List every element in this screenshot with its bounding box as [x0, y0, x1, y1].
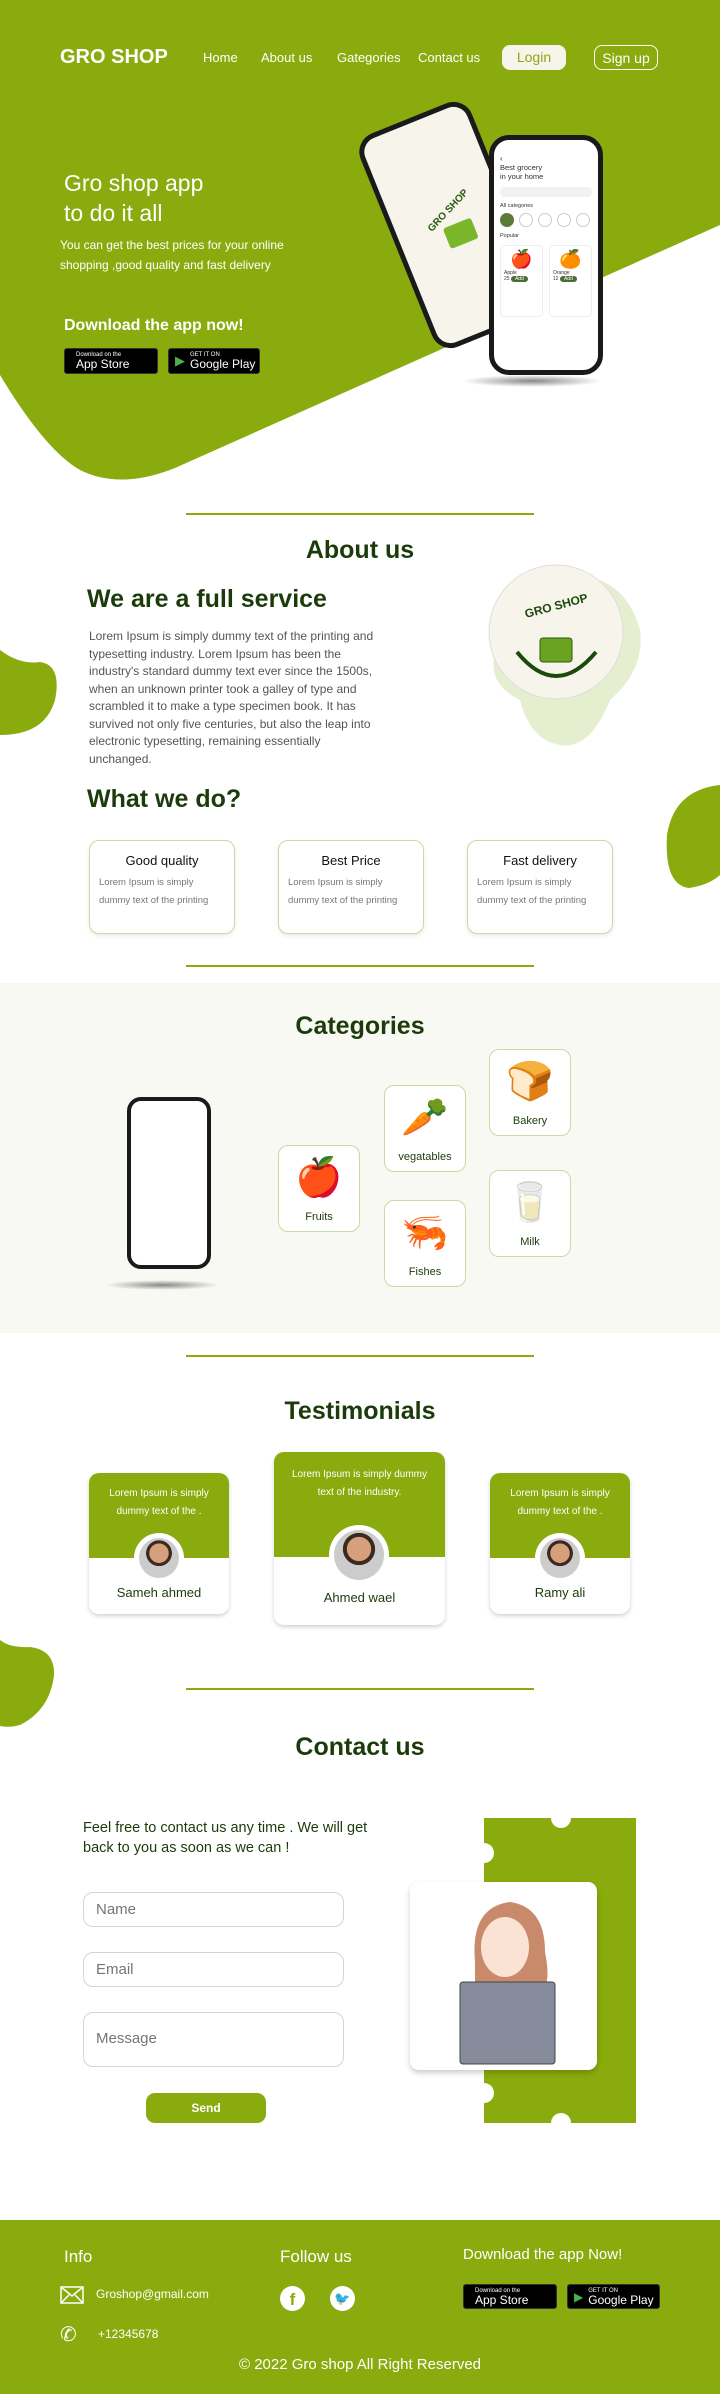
hero-text-line2: shopping ,good quality and fast delivery — [60, 258, 271, 272]
what-we-do-title: What we do? — [87, 785, 242, 813]
category-fruits[interactable]: 🍎 Fruits — [278, 1145, 360, 1232]
nav-contact[interactable]: Contact us — [418, 50, 480, 65]
badge-large-text: Google Play — [190, 357, 256, 371]
footer-email[interactable]: Groshop@gmail.com — [96, 2287, 209, 2301]
hero-text-line1: You can get the best prices for your onl… — [60, 238, 284, 252]
contact-title: Contact us — [295, 1733, 425, 1761]
app-popular-label: Popular — [500, 233, 519, 239]
milk-bottle-icon: 🥛 — [506, 1182, 554, 1224]
nav-home[interactable]: Home — [203, 50, 238, 65]
section-divider — [186, 1688, 534, 1690]
category-milk[interactable]: 🥛 Milk — [489, 1170, 571, 1257]
phone-app-mockup: ‹ Best grocery in your home All categori… — [489, 135, 603, 375]
category-vegetables[interactable]: 🥕 vegatables — [384, 1085, 466, 1172]
testimonial-name: Sameh ahmed — [116, 1585, 202, 1600]
testimonial-card: Lorem Ipsum is simply dummy text of the … — [490, 1473, 630, 1614]
category-bakery[interactable]: 🍞 Bakery — [489, 1049, 571, 1136]
decorative-blob-right — [666, 785, 720, 888]
about-logo-blob: GRO SHOP — [488, 564, 641, 746]
bread-icon: 🍞 — [506, 1061, 554, 1103]
vegetables-icon: 🥕 — [401, 1097, 449, 1139]
signup-button[interactable]: Sign up — [594, 45, 658, 70]
app-store-badge[interactable]: Download on the App Store — [463, 2284, 557, 2309]
card-text: Lorem Ipsum is simply dummy text of the … — [99, 877, 209, 906]
basket-icon — [442, 217, 479, 250]
app-search-bar — [500, 187, 592, 197]
login-button[interactable]: Login — [502, 45, 566, 70]
google-play-badge[interactable]: ▶ GET IT ON Google Play — [567, 2284, 660, 2309]
nav-categories[interactable]: Gategories — [337, 50, 401, 65]
hero-title-line2: to do it all — [64, 200, 163, 226]
message-input[interactable] — [83, 2012, 344, 2067]
section-divider — [186, 1355, 534, 1357]
email-input[interactable] — [83, 1952, 344, 1987]
facebook-icon[interactable]: f — [280, 2286, 305, 2311]
section-divider — [186, 513, 534, 515]
testimonial-name: Ahmed wael — [323, 1590, 396, 1605]
phone-mockup — [127, 1097, 211, 1269]
hero-download-heading: Download the app now! — [64, 317, 244, 334]
card-title: Fast delivery — [503, 853, 577, 868]
footer-phone[interactable]: +12345678 — [98, 2327, 158, 2341]
card-title: Good quality — [125, 853, 199, 868]
service-card-delivery: Fast delivery Lorem Ipsum is simply dummy… — [467, 840, 613, 934]
app-item: 🍊 Orange 12 Add — [549, 245, 592, 317]
testimonial-card: Lorem Ipsum is simply dummy text of the … — [89, 1473, 229, 1614]
mail-icon — [60, 2286, 84, 2304]
testimonials-title: Testimonials — [284, 1397, 436, 1425]
support-illustration-card — [410, 1882, 597, 2070]
testimonial-name: Ramy ali — [534, 1585, 586, 1600]
nav-about[interactable]: About us — [261, 50, 312, 65]
about-paragraph: Lorem Ipsum is simply dummy text of the … — [89, 629, 374, 766]
card-text: Lorem Ipsum is simply dummy text of the … — [477, 877, 587, 906]
app-store-badge[interactable]: Download on the App Store — [64, 348, 158, 374]
logo[interactable]: GRO SHOP — [60, 46, 168, 69]
card-title: Best Price — [321, 853, 381, 868]
phone-icon: ✆ — [60, 2324, 77, 2346]
support-agent-illustration — [459, 1902, 556, 2065]
decorative-blob-left — [0, 650, 57, 735]
decorative-blob-left — [0, 1640, 55, 1727]
badge-large-text: App Store — [475, 2292, 529, 2307]
avatar — [134, 1533, 184, 1583]
play-icon: ▶ — [574, 2289, 584, 2304]
play-icon: ▶ — [175, 353, 185, 368]
phone-shadow — [462, 375, 602, 387]
hero-title-line1: Gro shop app — [64, 170, 204, 196]
footer-follow-title: Follow us — [280, 2247, 352, 2266]
footer-info-title: Info — [64, 2247, 93, 2266]
badge-large-text: Google Play — [588, 2292, 654, 2307]
service-card-price: Best Price Lorem Ipsum is simply dummy te… — [278, 840, 424, 934]
fruit-bowl-icon: 🍎 — [295, 1157, 343, 1199]
app-title: Best grocery — [500, 163, 543, 172]
app-categories-label: All categories — [500, 203, 534, 209]
category-fishes[interactable]: 🦐 Fishes — [384, 1200, 466, 1287]
twitter-icon[interactable]: 🐦 — [330, 2286, 355, 2311]
card-text: Lorem Ipsum is simply dummy text of the … — [288, 877, 398, 906]
app-item: 🍎 Apple 25 Add — [500, 245, 543, 317]
copyright: © 2022 Gro shop All Right Reserved — [238, 2356, 481, 2373]
name-input[interactable] — [83, 1892, 344, 1927]
about-subtitle: We are a full service — [87, 585, 327, 613]
footer-download-title: Download the app Now! — [463, 2246, 623, 2263]
phone-shadow — [105, 1280, 220, 1290]
fish-shrimp-icon: 🦐 — [401, 1212, 449, 1254]
google-play-badge[interactable]: ▶ GET IT ON Google Play — [168, 348, 260, 374]
testimonial-card: Lorem Ipsum is simply dummy text of the … — [274, 1452, 445, 1625]
section-divider — [186, 965, 534, 967]
avatar — [329, 1525, 389, 1585]
send-button[interactable]: Send — [146, 2093, 266, 2123]
service-card-quality: Good quality Lorem Ipsum is simply dummy … — [89, 840, 235, 934]
app-title: in your home — [500, 172, 544, 181]
badge-large-text: App Store — [76, 357, 130, 371]
contact-text: Feel free to contact us any time . We wi… — [83, 1820, 368, 1856]
avatar — [535, 1533, 585, 1583]
categories-title: Categories — [295, 1012, 425, 1040]
